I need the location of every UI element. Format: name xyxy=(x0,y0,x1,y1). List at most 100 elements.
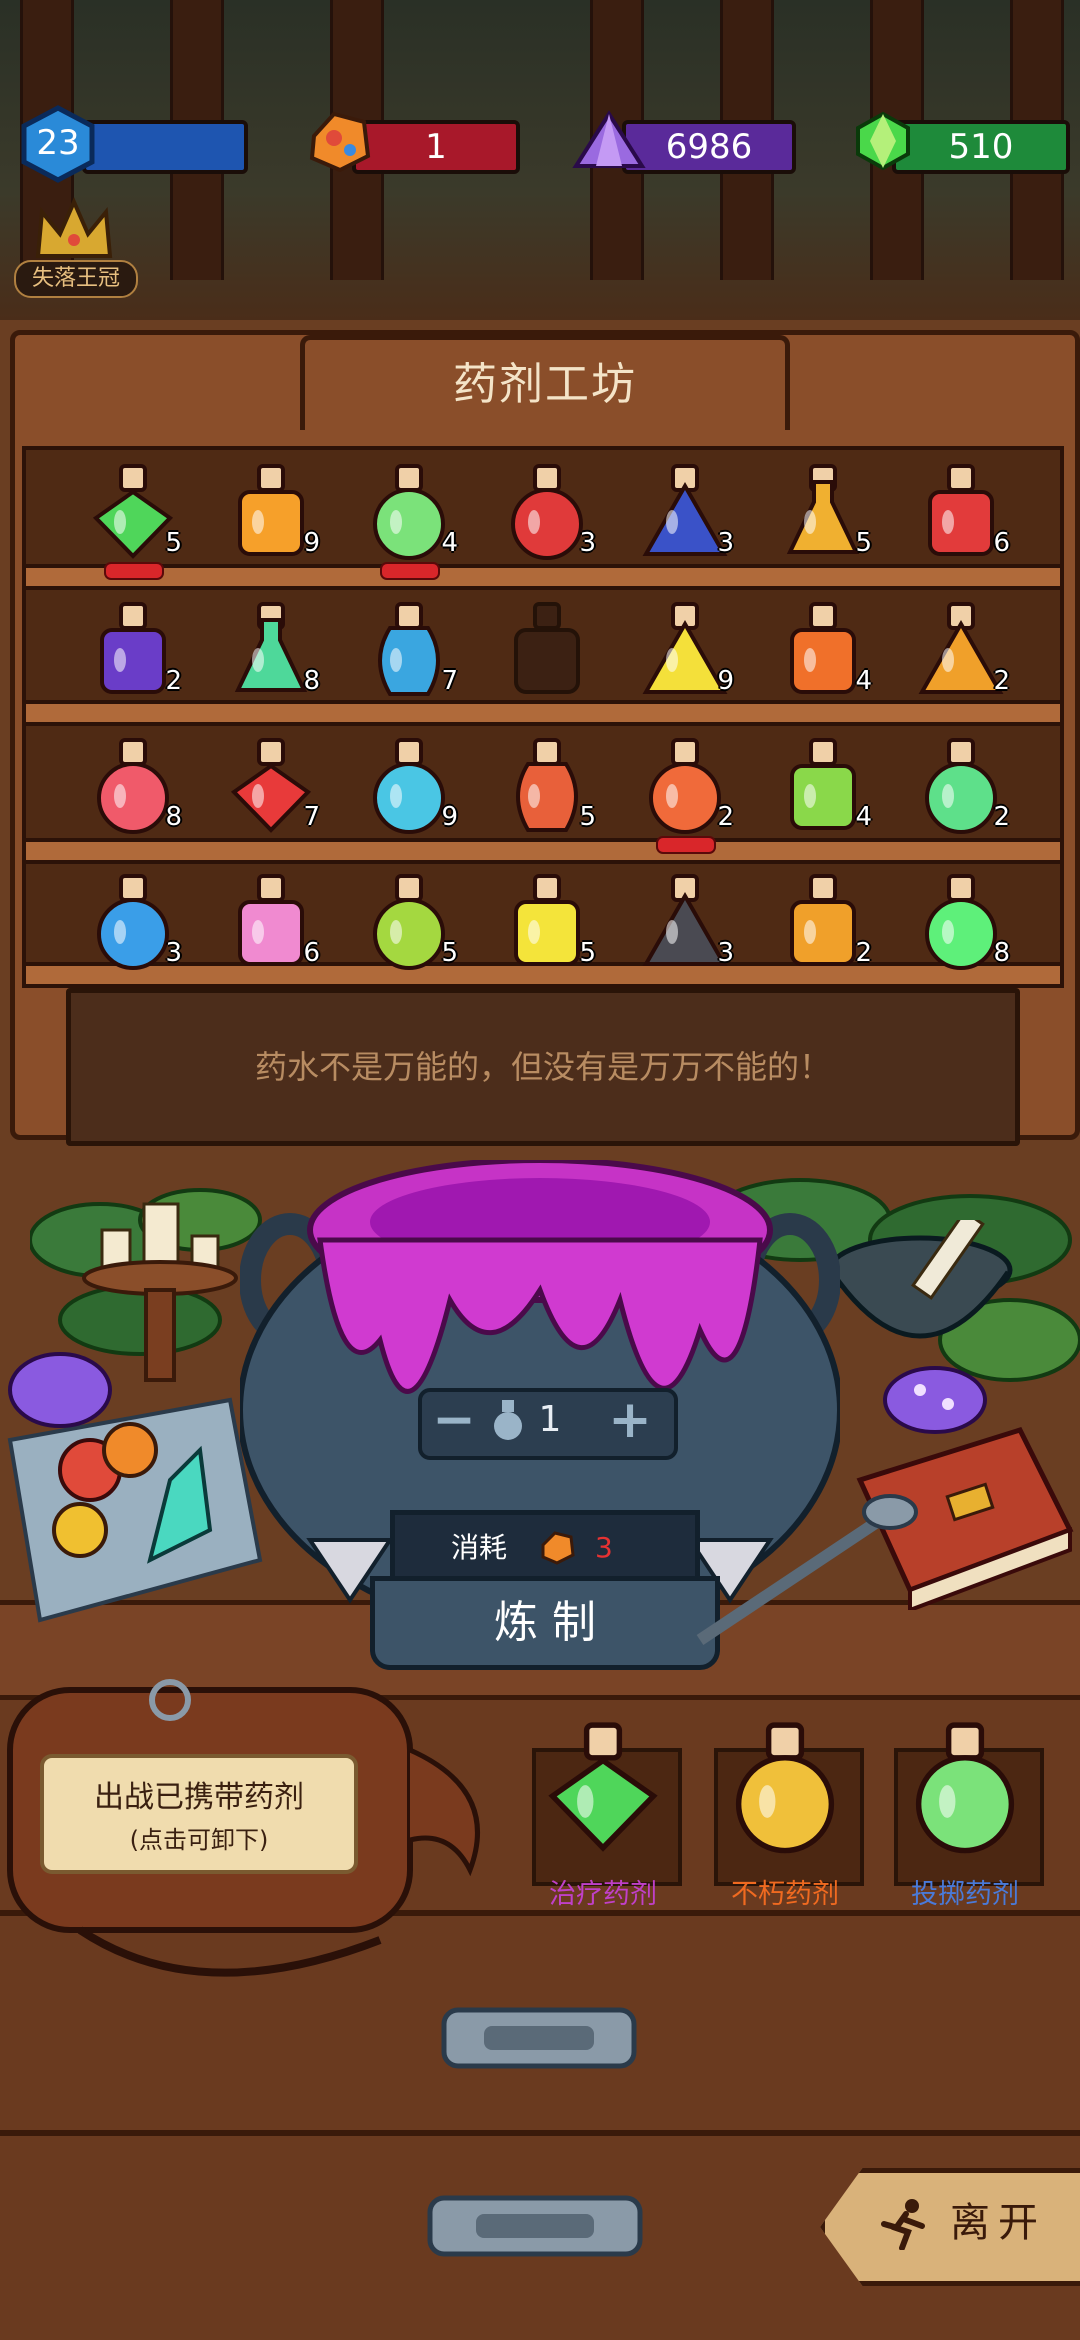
drawer-handle[interactable] xyxy=(420,2188,650,2268)
ladle-icon xyxy=(696,1494,918,1645)
cost-display: 消耗 3 xyxy=(390,1510,700,1586)
equipped-potion-icon xyxy=(540,1706,666,1860)
potion-slot[interactable]: 2 xyxy=(88,590,182,700)
potion-slot[interactable]: 5 xyxy=(88,452,182,562)
level-bar xyxy=(82,120,248,174)
potion-slot[interactable]: 9 xyxy=(364,726,458,836)
dice-pile xyxy=(7,1352,263,1623)
potion-slot[interactable]: 6 xyxy=(226,862,320,972)
potion-slot[interactable]: 3 xyxy=(88,862,182,972)
increase-button[interactable]: + xyxy=(602,1392,658,1448)
potion-count: 5 xyxy=(165,528,182,558)
potion-flask-icon xyxy=(494,1400,522,1440)
selected-marker xyxy=(656,836,716,854)
hint-message: 药水不是万能的，但没有是万万不能的！ xyxy=(254,1048,831,1086)
potion-satchel[interactable]: 出战已携带药剂 (点击可卸下) xyxy=(0,1670,500,2000)
green-gem-icon xyxy=(856,111,910,171)
ore-bar: 1 xyxy=(352,120,520,174)
potion-count: 6 xyxy=(993,528,1010,558)
potion-count: 6 xyxy=(303,938,320,968)
potion-slot[interactable]: 5 xyxy=(502,862,596,972)
potion-slot[interactable]: 5 xyxy=(364,862,458,972)
workshop-title: 药剂工坊 xyxy=(453,359,637,410)
potion-count: 9 xyxy=(717,666,734,696)
leave-label: 离开 xyxy=(950,2200,1046,2246)
cost-label: 消耗 xyxy=(451,1531,508,1564)
selected-marker xyxy=(104,562,164,580)
ore-icon xyxy=(541,1531,575,1565)
satchel-subtitle: (点击可卸下) xyxy=(129,1826,269,1854)
potion-count: 3 xyxy=(165,938,182,968)
selected-marker xyxy=(380,562,440,580)
locked-bottle-icon xyxy=(502,590,592,704)
potion-slot[interactable]: 7 xyxy=(226,726,320,836)
potion-count: 5 xyxy=(579,802,596,832)
hint-message-box: 药水不是万能的，但没有是万万不能的！ xyxy=(66,988,1020,1146)
potion-count: 9 xyxy=(303,528,320,558)
decrease-button[interactable]: − xyxy=(426,1392,482,1448)
potion-count: 4 xyxy=(441,528,458,558)
potion-count: 3 xyxy=(717,528,734,558)
potion-slot[interactable]: 7 xyxy=(364,590,458,700)
potion-count: 3 xyxy=(717,938,734,968)
ore-value: 1 xyxy=(425,127,447,167)
potion-slot-locked[interactable] xyxy=(502,590,592,700)
lost-crown-button[interactable]: 失落王冠 xyxy=(14,196,138,300)
quantity-value: 1 xyxy=(538,1399,562,1440)
potion-count: 8 xyxy=(165,802,182,832)
potion-count: 7 xyxy=(303,802,320,832)
potion-slot[interactable]: 3 xyxy=(640,452,734,562)
potion-slot[interactable]: 3 xyxy=(502,452,596,562)
potion-slot[interactable]: 5 xyxy=(502,726,596,836)
potion-count: 5 xyxy=(579,938,596,968)
potion-slot[interactable]: 4 xyxy=(364,452,458,562)
equipped-potion-name: 不朽药剂 xyxy=(731,1879,839,1910)
potion-count: 2 xyxy=(993,666,1010,696)
potion-slot[interactable]: 2 xyxy=(916,590,1010,700)
drawer-divider xyxy=(0,2130,1080,2136)
potion-slot[interactable]: 2 xyxy=(778,862,872,972)
workshop-title-board: 药剂工坊 xyxy=(300,335,790,430)
equipped-potion-icon xyxy=(722,1706,848,1860)
purple-mushroom xyxy=(883,1366,987,1434)
potion-slot[interactable]: 2 xyxy=(640,726,734,836)
gem-value: 510 xyxy=(948,127,1014,167)
potion-slot[interactable]: 8 xyxy=(88,726,182,836)
level-value: 23 xyxy=(36,123,80,163)
potion-count: 2 xyxy=(165,666,182,696)
potion-slot[interactable]: 4 xyxy=(778,726,872,836)
drawer-handle[interactable] xyxy=(434,2000,644,2080)
crystal-icon xyxy=(572,110,646,168)
potion-slot[interactable]: 2 xyxy=(916,726,1010,836)
running-man-icon xyxy=(881,2199,925,2250)
potion-count: 2 xyxy=(855,938,872,968)
potion-count: 9 xyxy=(441,802,458,832)
crystal-value: 6986 xyxy=(665,127,753,167)
satchel-label-card: 出战已携带药剂 (点击可卸下) xyxy=(40,1754,358,1874)
potion-slot[interactable]: 9 xyxy=(226,452,320,562)
brew-button[interactable]: 炼 制 xyxy=(370,1576,720,1670)
satchel-title: 出战已携带药剂 xyxy=(94,1780,304,1815)
crystal-bar: 6986 xyxy=(622,120,796,174)
potion-count: 4 xyxy=(855,666,872,696)
cost-value: 3 xyxy=(595,1531,613,1564)
potion-slot[interactable]: 6 xyxy=(916,452,1010,562)
potion-count: 3 xyxy=(579,528,596,558)
potion-count: 2 xyxy=(993,802,1010,832)
gem-bar: 510 xyxy=(892,120,1070,174)
potion-slot[interactable]: 9 xyxy=(640,590,734,700)
mortar-bowl xyxy=(827,1220,1013,1339)
potion-slot[interactable]: 8 xyxy=(226,590,320,700)
potion-slot[interactable]: 4 xyxy=(778,590,872,700)
potion-slot[interactable]: 5 xyxy=(778,452,872,562)
potion-count: 5 xyxy=(855,528,872,558)
equipped-potion-name: 治疗药剂 xyxy=(549,1879,657,1910)
crown-label: 失落王冠 xyxy=(14,260,138,298)
equipped-potion-icon xyxy=(902,1706,1028,1860)
potion-slot[interactable]: 8 xyxy=(916,862,1010,972)
potion-slot[interactable]: 3 xyxy=(640,862,734,972)
potion-count: 5 xyxy=(441,938,458,968)
potion-count: 8 xyxy=(993,938,1010,968)
ore-icon xyxy=(309,111,371,173)
potion-count: 8 xyxy=(303,666,320,696)
